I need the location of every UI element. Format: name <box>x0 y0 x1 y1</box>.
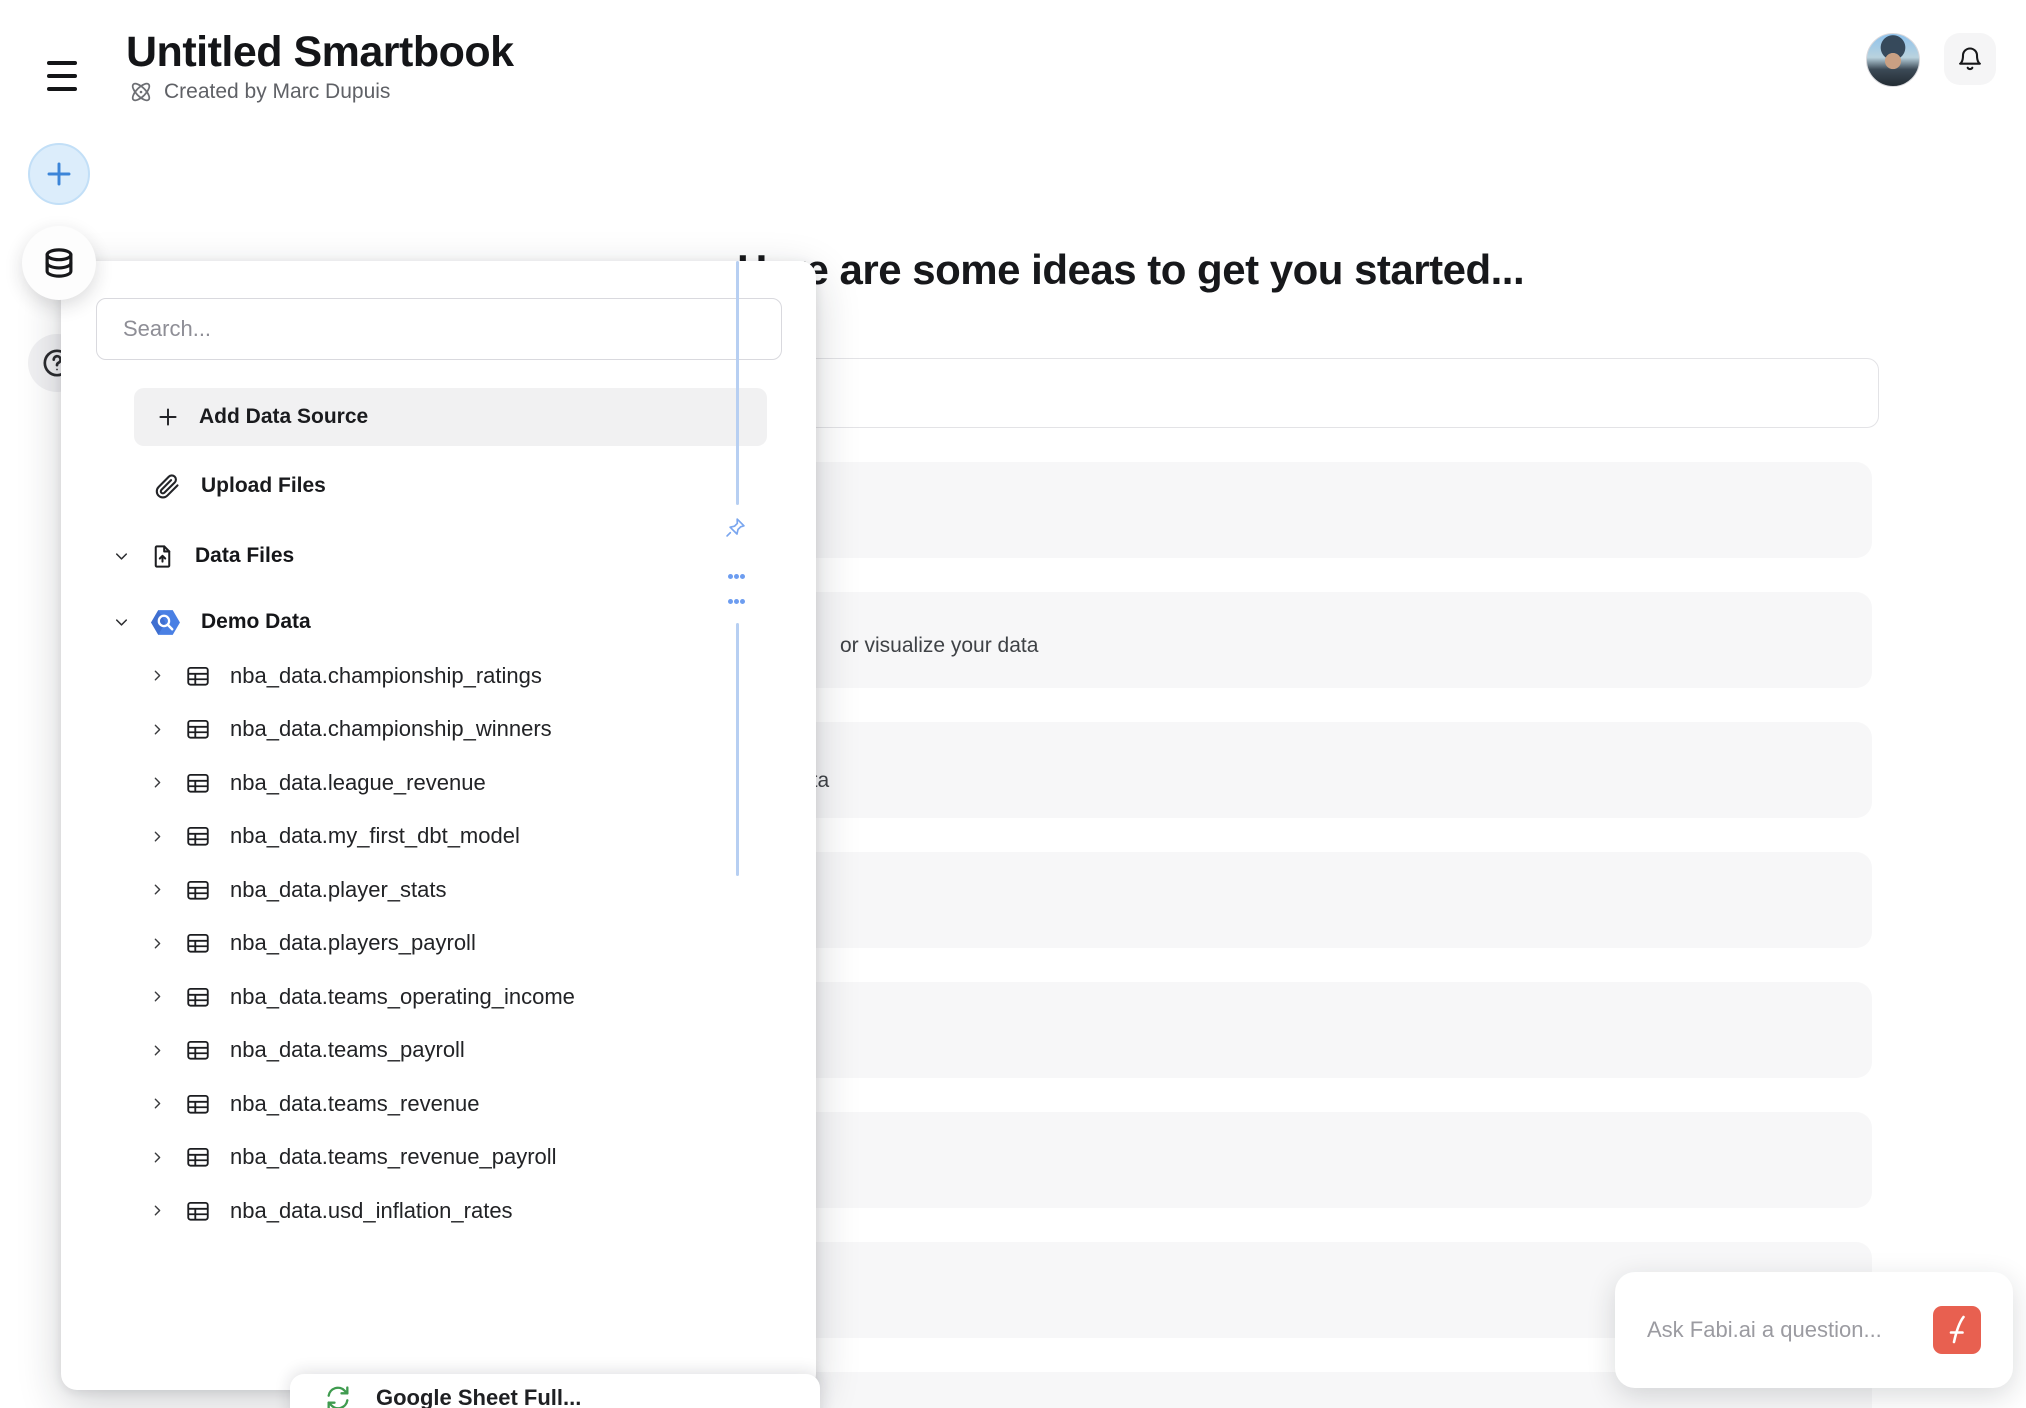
chevron-right-icon[interactable] <box>149 881 166 898</box>
section-data-files[interactable]: Data Files <box>61 539 781 573</box>
table-row[interactable]: nba_data.teams_payroll <box>61 1024 781 1078</box>
ask-bar: Ask Fabi.ai a question... <box>1615 1272 2013 1388</box>
plus-icon <box>43 158 75 190</box>
table-row[interactable]: nba_data.championship_ratings <box>61 649 781 703</box>
data-sources-panel: Add Data Source Upload Files Data Fi <box>61 261 816 1390</box>
table-row[interactable]: nba_data.teams_revenue <box>61 1077 781 1131</box>
data-sources-button[interactable] <box>22 226 96 300</box>
table-icon <box>185 930 211 956</box>
menu-button[interactable] <box>45 58 79 94</box>
plus-icon <box>155 404 181 430</box>
idea-card[interactable] <box>746 462 1872 558</box>
table-icon <box>185 984 211 1010</box>
prompt-input-card[interactable] <box>746 358 1879 428</box>
ask-input[interactable]: Ask Fabi.ai a question... <box>1647 1317 1933 1343</box>
chevron-right-icon[interactable] <box>149 1042 166 1059</box>
section-label: Data Files <box>195 544 294 568</box>
paperclip-icon <box>153 472 181 500</box>
table-icon <box>185 1144 211 1170</box>
database-icon <box>40 244 78 282</box>
chevron-right-icon[interactable] <box>149 1202 166 1219</box>
panel-scrollbar[interactable] <box>736 261 739 505</box>
chevron-down-icon[interactable] <box>112 547 131 566</box>
search-input[interactable] <box>96 298 782 360</box>
table-name: nba_data.my_first_dbt_model <box>230 823 520 849</box>
idea-card[interactable] <box>746 1112 1872 1208</box>
table-row[interactable]: nba_data.players_payroll <box>61 917 781 971</box>
chevron-right-icon[interactable] <box>149 774 166 791</box>
drag-handle-icon[interactable] <box>728 574 745 604</box>
table-icon <box>185 770 211 796</box>
panel-scrollbar[interactable] <box>736 623 739 876</box>
chevron-down-icon[interactable] <box>112 613 131 632</box>
table-name: nba_data.players_payroll <box>230 930 476 956</box>
atom-icon <box>128 79 154 105</box>
created-by-label: Created by Marc Dupuis <box>164 80 390 104</box>
table-name: nba_data.teams_operating_income <box>230 984 575 1010</box>
pin-icon[interactable] <box>722 514 749 541</box>
sheet-sync-icon <box>324 1384 352 1408</box>
chevron-right-icon[interactable] <box>149 721 166 738</box>
chevron-right-icon[interactable] <box>149 828 166 845</box>
table-row[interactable]: nba_data.player_stats <box>61 863 781 917</box>
add-cell-button[interactable] <box>28 143 90 205</box>
table-icon <box>185 663 211 689</box>
table-icon <box>185 1198 211 1224</box>
chevron-right-icon[interactable] <box>149 1095 166 1112</box>
table-name: nba_data.championship_ratings <box>230 663 542 689</box>
table-name: nba_data.championship_winners <box>230 716 552 742</box>
chevron-right-icon[interactable] <box>149 1149 166 1166</box>
app-root: Untitled Smartbook Created by Marc Dupui… <box>0 0 2026 1408</box>
user-avatar[interactable] <box>1866 33 1920 87</box>
table-name: nba_data.teams_revenue_payroll <box>230 1144 557 1170</box>
table-row[interactable]: nba_data.league_revenue <box>61 756 781 810</box>
idea-card[interactable] <box>746 722 1872 818</box>
idea-card[interactable] <box>746 852 1872 948</box>
google-sheet-label: Google Sheet Full... <box>376 1385 581 1408</box>
idea-card-text: or visualize your data <box>840 634 1038 658</box>
section-demo-data[interactable]: Demo Data <box>61 605 781 639</box>
table-name: nba_data.teams_revenue <box>230 1091 480 1117</box>
bigquery-hexagon-icon <box>149 606 182 639</box>
table-row[interactable]: nba_data.my_first_dbt_model <box>61 810 781 864</box>
add-data-source-button[interactable]: Add Data Source <box>134 388 767 446</box>
table-name: nba_data.player_stats <box>230 877 447 903</box>
upload-files-label: Upload Files <box>201 474 326 498</box>
table-icon <box>185 823 211 849</box>
idea-card[interactable] <box>746 982 1872 1078</box>
table-row[interactable]: nba_data.usd_inflation_rates <box>61 1184 781 1238</box>
table-icon <box>185 877 211 903</box>
table-row[interactable]: nba_data.teams_revenue_payroll <box>61 1131 781 1185</box>
google-sheet-item[interactable]: Google Sheet Full... <box>290 1374 820 1408</box>
upload-files-button[interactable]: Upload Files <box>134 458 767 514</box>
created-by: Created by Marc Dupuis <box>128 79 390 105</box>
fabi-lightning-icon <box>1942 1313 1972 1347</box>
table-icon <box>185 1037 211 1063</box>
add-data-source-label: Add Data Source <box>199 405 368 429</box>
table-name: nba_data.usd_inflation_rates <box>230 1198 513 1224</box>
ask-submit-button[interactable] <box>1933 1306 1981 1354</box>
chevron-right-icon[interactable] <box>149 667 166 684</box>
table-icon <box>185 1091 211 1117</box>
table-name: nba_data.teams_payroll <box>230 1037 465 1063</box>
section-label: Demo Data <box>201 610 311 634</box>
notifications-button[interactable] <box>1944 33 1996 85</box>
page-title: Untitled Smartbook <box>126 28 514 77</box>
chevron-right-icon[interactable] <box>149 988 166 1005</box>
chevron-right-icon[interactable] <box>149 935 166 952</box>
table-name: nba_data.league_revenue <box>230 770 486 796</box>
ideas-heading: Here are some ideas to get you started..… <box>737 246 1524 294</box>
file-upload-icon <box>149 543 176 570</box>
bell-icon <box>1956 45 1984 73</box>
table-list: nba_data.championship_ratings nba_data.c… <box>61 649 781 1238</box>
table-row[interactable]: nba_data.championship_winners <box>61 703 781 757</box>
table-row[interactable]: nba_data.teams_operating_income <box>61 970 781 1024</box>
table-icon <box>185 716 211 742</box>
